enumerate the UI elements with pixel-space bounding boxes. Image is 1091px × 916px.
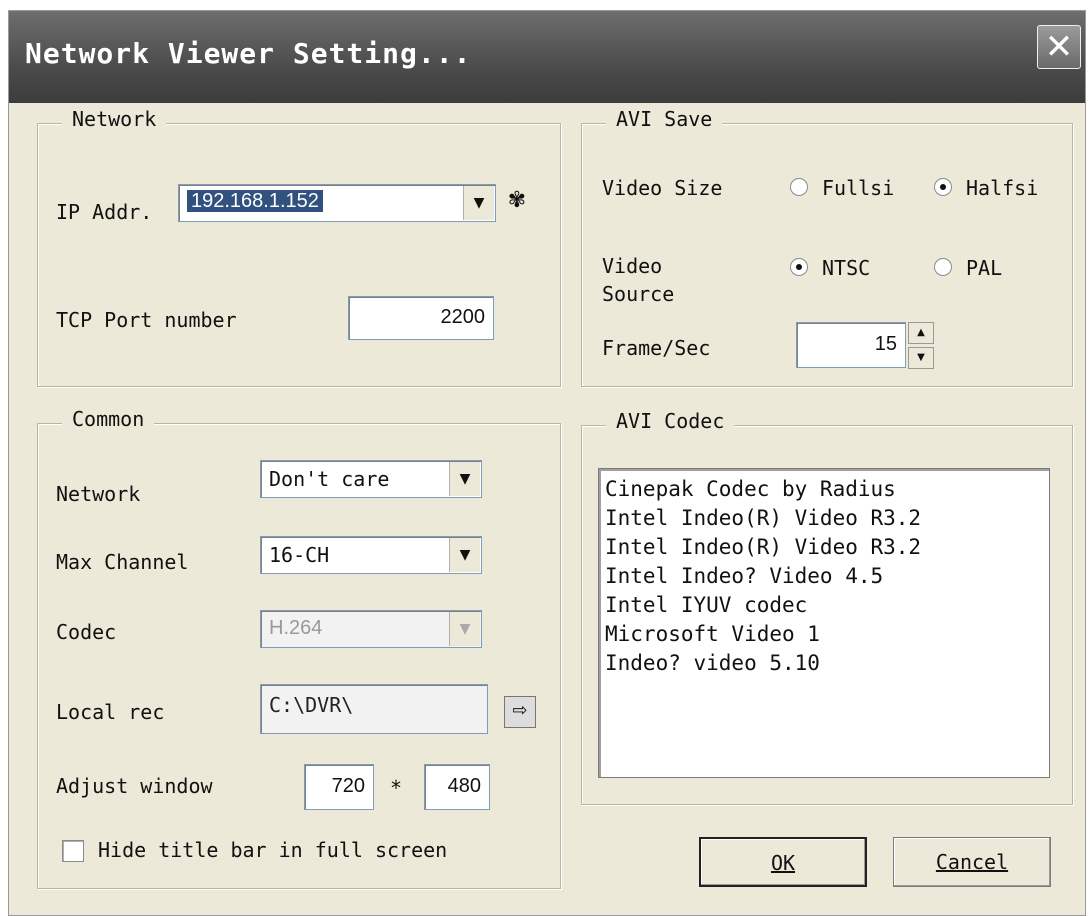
dialog-window: Network Viewer Setting... ✕ Network IP A… [8, 10, 1086, 916]
avi-save-group: AVI Save Video Size Fullsi Halfsi Video … [581, 107, 1073, 387]
adjust-width-value: 720 [331, 775, 365, 797]
ip-address-combo[interactable]: 192.168.1.152 ▼ [178, 184, 496, 222]
video-size-label: Video Size [602, 176, 723, 200]
ip-address-value: 192.168.1.152 [187, 190, 323, 212]
adjust-width-input[interactable]: 720 [304, 764, 374, 810]
codec-list-item[interactable]: Intel Indeo(R) Video R3.2 [599, 504, 1049, 533]
adjust-height-input[interactable]: 480 [424, 764, 490, 810]
video-source-ntsc-label[interactable]: NTSC [822, 256, 870, 280]
local-rec-value: C:\DVR\ [269, 693, 354, 717]
cancel-button-label: Cancel [935, 850, 1009, 874]
ip-address-label: IP Addr. [56, 200, 153, 224]
video-source-label: Video Source [602, 254, 675, 302]
frame-rate-value: 15 [874, 333, 897, 355]
codec-list-item[interactable]: Cinepak Codec by Radius [599, 475, 1049, 504]
max-channel-dropdown-arrow[interactable]: ▼ [449, 538, 480, 572]
local-rec-label: Local rec [56, 700, 165, 724]
video-size-half-radio[interactable] [934, 178, 952, 196]
codec-list-item[interactable]: Intel Indeo? Video 4.5 [599, 562, 1049, 591]
spin-down-arrow-icon[interactable]: ▼ [908, 347, 934, 369]
adjust-window-label: Adjust window [56, 774, 213, 798]
network-icon[interactable]: ✾ [504, 188, 530, 218]
video-source-pal-label[interactable]: PAL [966, 256, 1002, 280]
common-group: Common Network Don't care ▼ Max Channel … [37, 407, 561, 889]
network-group-legend: Network [62, 107, 167, 131]
video-source-ntsc-radio[interactable] [790, 258, 808, 276]
browse-folder-icon[interactable]: ⇨ [504, 696, 536, 728]
network-mode-label: Network [56, 482, 141, 506]
ok-button-label: OK [770, 851, 796, 875]
codec-list-item[interactable]: Indeo? video 5.10 [599, 649, 1049, 678]
close-button[interactable]: ✕ [1037, 25, 1081, 69]
ip-dropdown-arrow[interactable]: ▼ [463, 186, 494, 220]
avi-save-legend: AVI Save [606, 107, 723, 131]
codec-list-item[interactable]: Intel Indeo(R) Video R3.2 [599, 533, 1049, 562]
frame-rate-label: Frame/Sec [602, 336, 711, 360]
frame-rate-spinner[interactable]: ▲ ▼ [908, 322, 934, 370]
tcp-port-value: 2200 [440, 306, 486, 328]
frame-rate-input[interactable]: 15 [796, 322, 906, 368]
codec-label: Codec [56, 620, 117, 644]
adjust-separator: * [390, 776, 403, 800]
codec-combo: H.264 ▼ [260, 610, 482, 648]
ok-button[interactable]: OK [699, 837, 867, 887]
codec-list-item[interactable]: Microsoft Video 1 [599, 620, 1049, 649]
video-size-full-radio[interactable] [790, 178, 808, 196]
codec-list-item[interactable]: Intel IYUV codec [599, 591, 1049, 620]
network-mode-value: Don't care [269, 467, 390, 491]
network-mode-combo[interactable]: Don't care ▼ [260, 460, 482, 498]
max-channel-value: 16-CH [269, 543, 330, 567]
tcp-port-label: TCP Port number [56, 308, 237, 332]
common-group-legend: Common [62, 407, 155, 431]
avi-codec-group: AVI Codec Cinepak Codec by Radius Intel … [581, 409, 1073, 805]
hide-title-label[interactable]: Hide title bar in full screen [98, 838, 447, 862]
video-source-pal-radio[interactable] [934, 258, 952, 276]
video-size-half-label[interactable]: Halfsi [966, 176, 1038, 200]
network-mode-dropdown-arrow[interactable]: ▼ [449, 462, 480, 496]
dialog-title: Network Viewer Setting... [25, 37, 472, 70]
avi-codec-legend: AVI Codec [606, 409, 735, 433]
cancel-button[interactable]: Cancel [893, 837, 1051, 887]
local-rec-path: C:\DVR\ [260, 684, 488, 734]
max-channel-combo[interactable]: 16-CH ▼ [260, 536, 482, 574]
codec-dropdown-arrow: ▼ [449, 612, 480, 646]
hide-title-checkbox[interactable] [62, 840, 84, 862]
network-group: Network IP Addr. 192.168.1.152 ▼ ✾ TCP P… [37, 107, 561, 387]
video-size-full-label[interactable]: Fullsi [822, 176, 894, 200]
adjust-height-value: 480 [447, 775, 481, 797]
tcp-port-input[interactable]: 2200 [348, 296, 494, 340]
max-channel-label: Max Channel [56, 550, 189, 574]
codec-value: H.264 [269, 617, 323, 639]
avi-codec-list[interactable]: Cinepak Codec by Radius Intel Indeo(R) V… [598, 468, 1050, 778]
title-bar[interactable]: Network Viewer Setting... ✕ [9, 11, 1085, 103]
spin-up-arrow-icon[interactable]: ▲ [908, 322, 934, 344]
